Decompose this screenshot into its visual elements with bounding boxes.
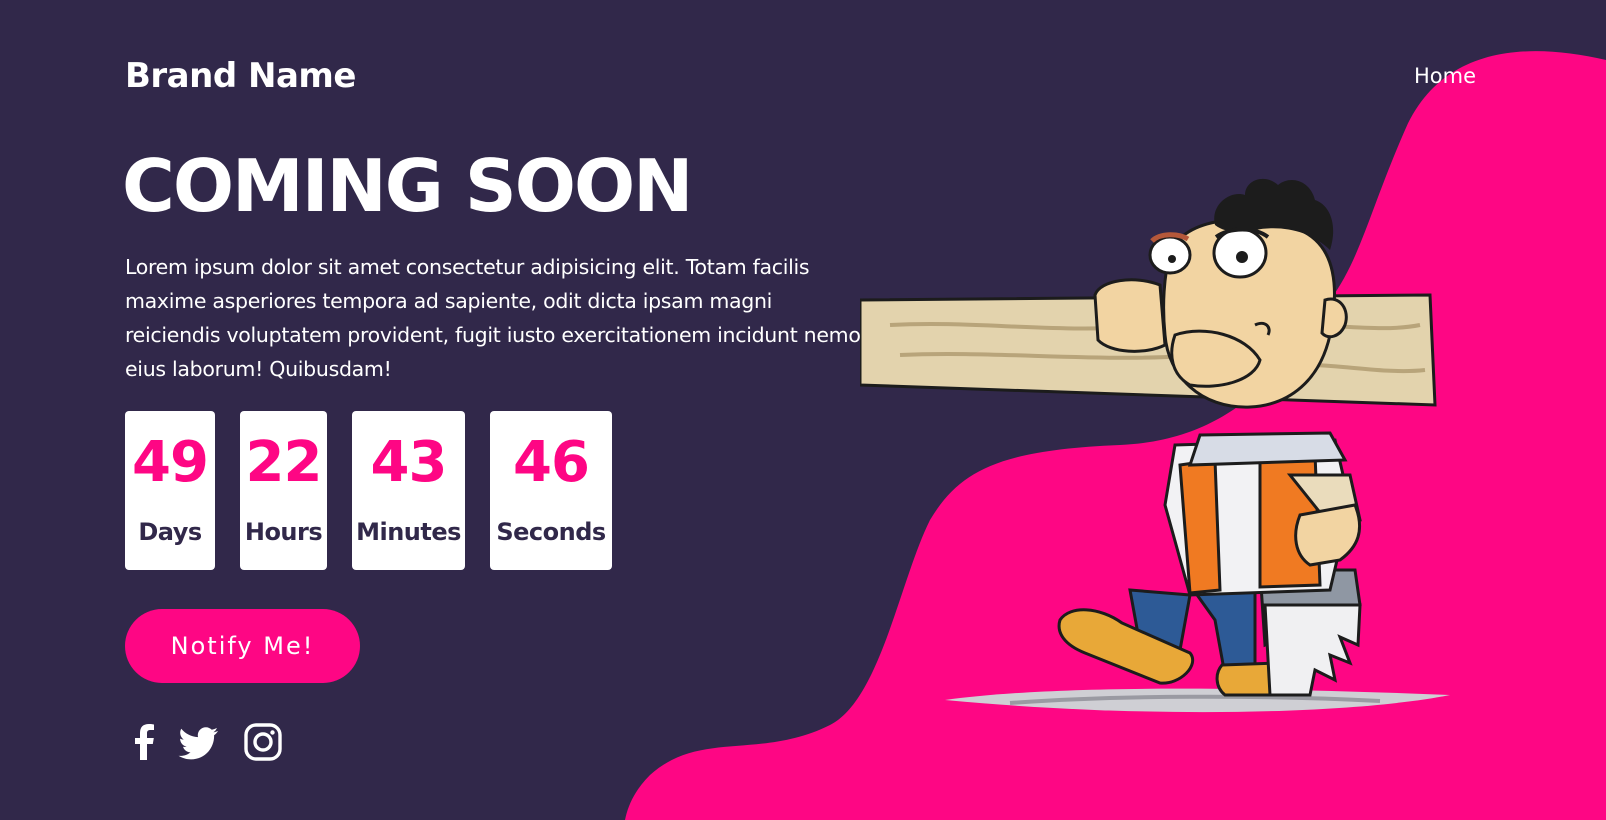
countdown-minutes: 43 Minutes <box>352 411 465 570</box>
hero-description: Lorem ipsum dolor sit amet consectetur a… <box>125 255 867 381</box>
brand-name[interactable]: Brand Name <box>125 56 356 96</box>
countdown-days-label: Days <box>138 518 202 546</box>
countdown-seconds-value: 46 <box>513 430 590 495</box>
twitter-icon[interactable] <box>177 722 221 762</box>
facebook-icon[interactable] <box>125 722 165 762</box>
countdown-minutes-label: Minutes <box>356 518 461 546</box>
nav-home-link[interactable]: Home <box>1414 64 1476 88</box>
countdown-seconds: 46 Seconds <box>490 411 612 570</box>
countdown-days: 49 Days <box>125 411 215 570</box>
countdown-seconds-label: Seconds <box>496 518 606 546</box>
countdown-hours-value: 22 <box>245 430 323 495</box>
carpenter-illustration <box>860 178 1450 713</box>
instagram-icon[interactable] <box>243 722 283 762</box>
countdown-hours-label: Hours <box>244 518 323 546</box>
page-title: COMING SOON <box>122 144 693 228</box>
countdown-hours: 22 Hours <box>240 411 327 570</box>
countdown-days-value: 49 <box>132 430 209 495</box>
coming-soon-page: Brand Name Home COMING SOON Lorem ipsum … <box>0 0 1606 820</box>
notify-me-button[interactable]: Notify Me! <box>125 609 360 683</box>
countdown-minutes-value: 43 <box>370 430 448 495</box>
